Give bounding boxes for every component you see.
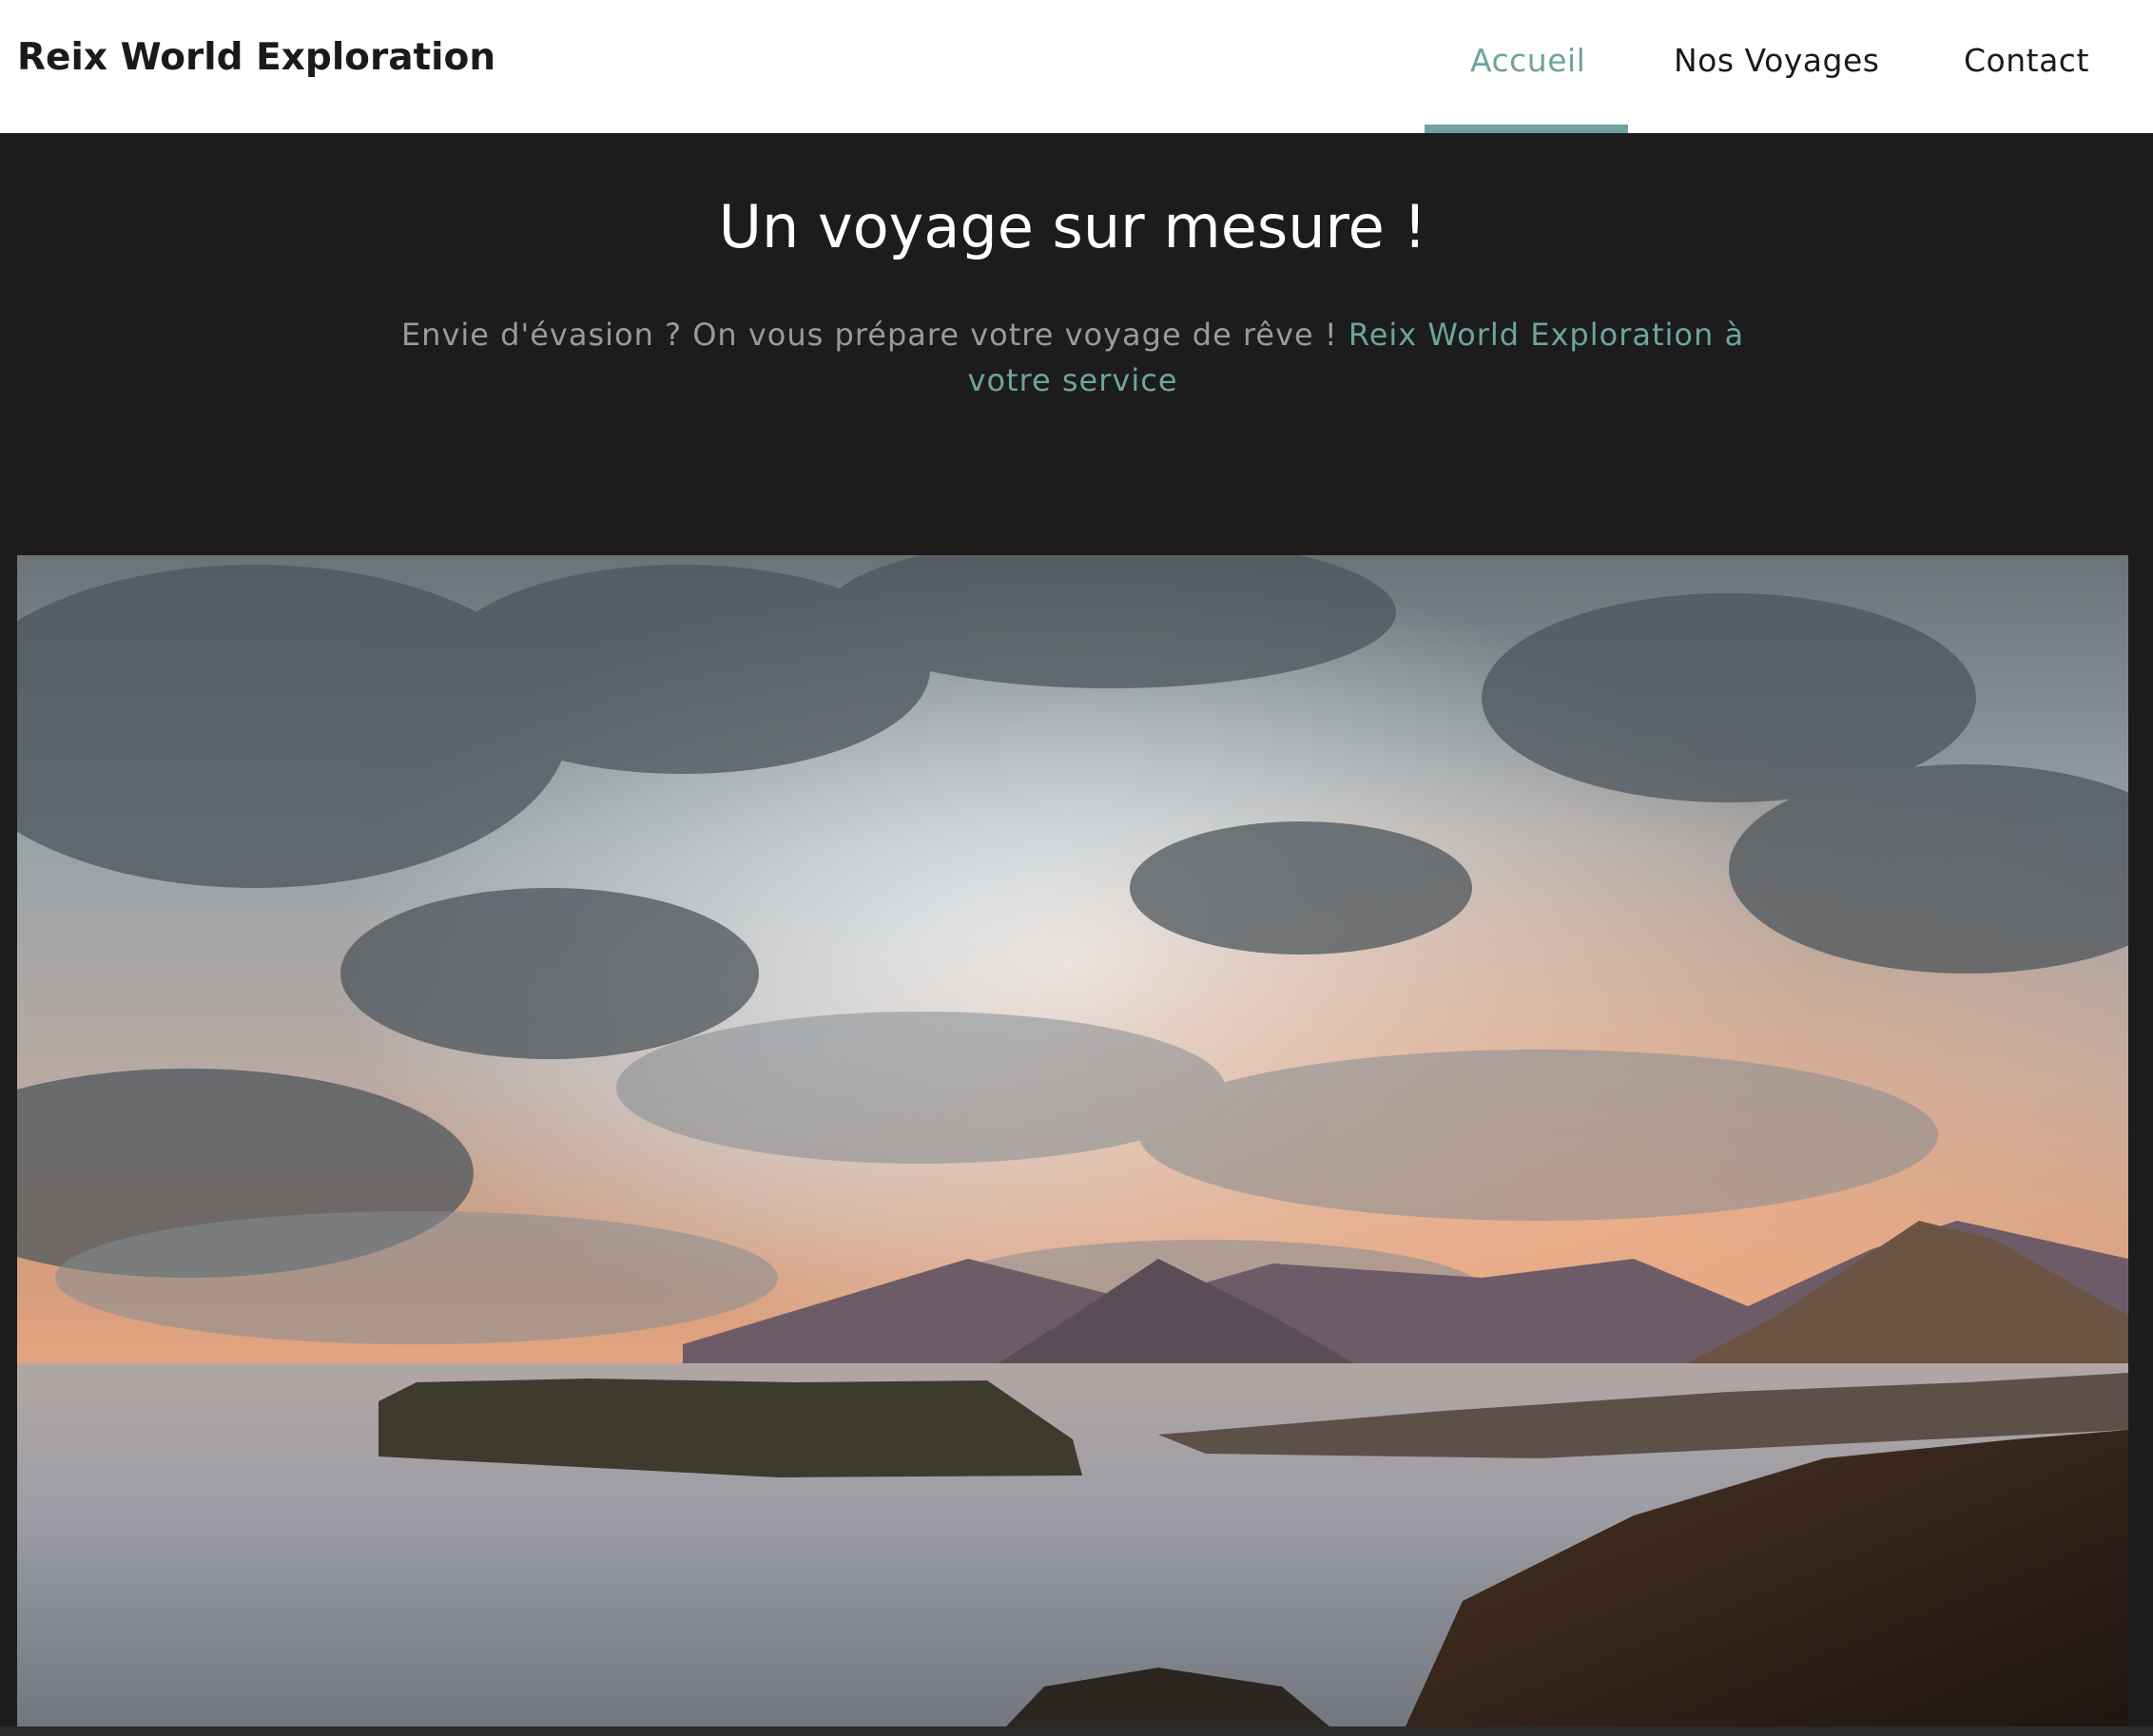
nav-link-accueil[interactable]: Accueil <box>1470 42 1585 79</box>
brand-logo[interactable]: Reix World Exploration <box>17 36 495 79</box>
hero-title: Un voyage sur mesure ! <box>718 192 1427 261</box>
hero-section: Un voyage sur mesure ! Envie d'évasion ?… <box>0 133 2153 555</box>
nav-link-nos-voyages[interactable]: Nos Voyages <box>1674 42 1879 79</box>
hero-description-intro: Envie d'évasion ? On vous prépare votre … <box>400 317 1348 353</box>
top-navbar: Reix World Exploration Accueil Nos Voyag… <box>0 0 2153 133</box>
active-tab-indicator <box>1425 125 1628 133</box>
hero-landscape-photo <box>17 555 2128 1726</box>
page-bottom-edge <box>0 1726 2153 1736</box>
nav-link-contact[interactable]: Contact <box>1964 42 2089 79</box>
hero-description: Envie d'évasion ? On vous prépare votre … <box>380 312 1765 403</box>
